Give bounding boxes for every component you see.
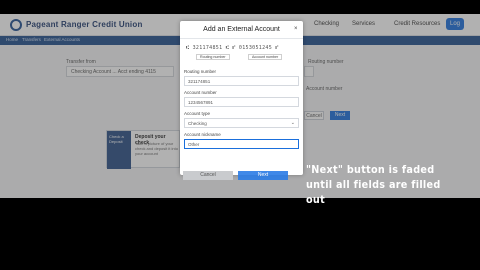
routing-number-tag: Routing number xyxy=(196,54,230,60)
account-nickname-input[interactable]: Other xyxy=(184,139,299,149)
account-number-input[interactable]: 1234567891 xyxy=(184,97,299,107)
account-type-select[interactable]: Checking ⌄ xyxy=(184,118,299,128)
dialog-cancel-button[interactable]: Cancel xyxy=(183,171,233,180)
close-icon[interactable]: × xyxy=(294,26,298,32)
add-external-account-dialog: Add an External Account × ⑆ 321174851 ⑆ … xyxy=(180,21,303,180)
account-nickname-label: Account nickname xyxy=(184,132,221,137)
account-type-value: Checking xyxy=(188,121,207,126)
tutorial-caption: "Next" button is faded until all fields … xyxy=(306,164,441,206)
account-type-label: Account type xyxy=(184,111,211,116)
check-micr-line: ⑆ 321174851 ⑆ ⑈ 0153051245 ⑈ xyxy=(186,45,279,51)
divider xyxy=(180,38,303,39)
routing-number-input[interactable]: 321174851 xyxy=(184,76,299,86)
account-number-tag: Account number xyxy=(248,54,283,60)
account-number-label: Account number xyxy=(184,90,217,95)
check-diagram: ⑆ 321174851 ⑆ ⑈ 0153051245 ⑈ Routing num… xyxy=(184,43,299,63)
dialog-next-button[interactable]: Next xyxy=(238,171,288,180)
screen: Pageant Ranger Credit Union Checking Ser… xyxy=(0,0,480,270)
dialog-title: Add an External Account xyxy=(203,26,280,33)
chevron-down-icon: ⌄ xyxy=(290,120,295,126)
routing-number-label: Routing number xyxy=(184,69,217,74)
